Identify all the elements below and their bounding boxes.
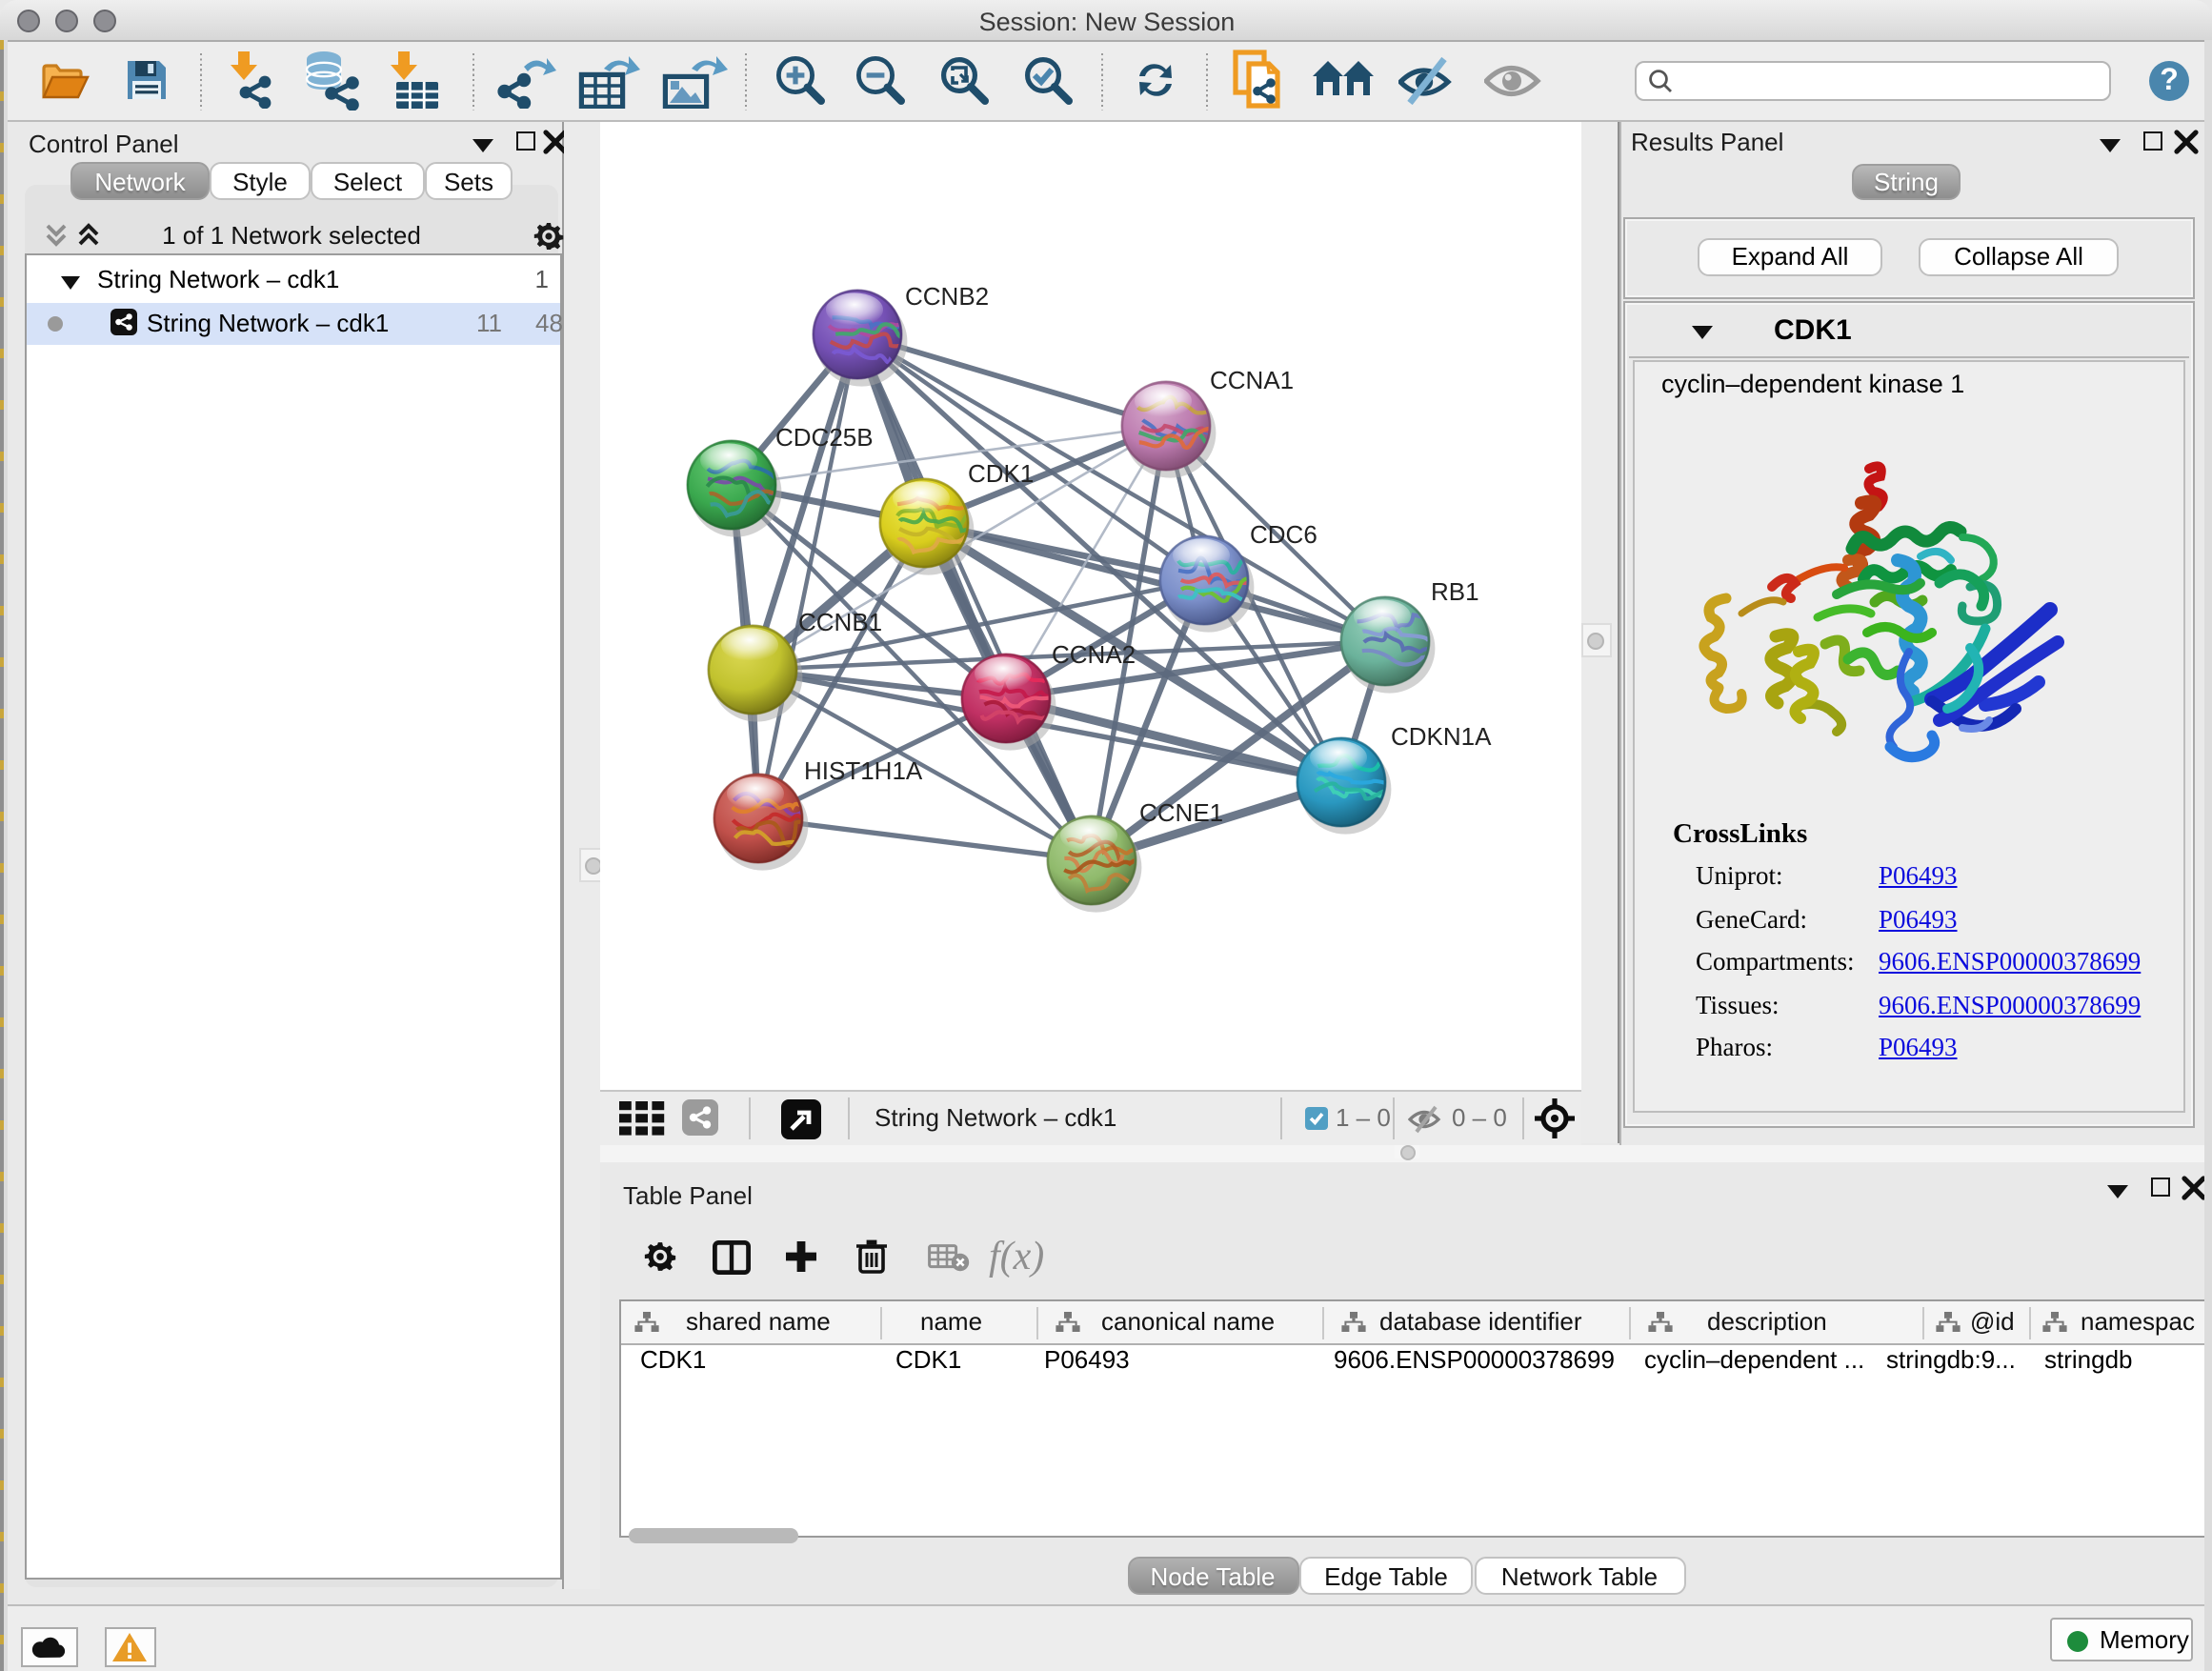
svg-text:CCNB2: CCNB2	[905, 282, 989, 311]
svg-text:CDC6: CDC6	[1250, 520, 1317, 549]
svg-text:CDKN1A: CDKN1A	[1391, 722, 1492, 751]
svg-text:CDC25B: CDC25B	[775, 423, 874, 452]
svg-text:CCNA2: CCNA2	[1052, 640, 1136, 669]
svg-text:HIST1H1A: HIST1H1A	[804, 756, 923, 785]
svg-text:RB1: RB1	[1431, 577, 1479, 606]
svg-text:CDK1: CDK1	[968, 459, 1034, 488]
svg-text:CCNA1: CCNA1	[1210, 366, 1294, 394]
svg-text:CCNE1: CCNE1	[1139, 798, 1223, 827]
svg-text:CCNB1: CCNB1	[798, 608, 882, 636]
